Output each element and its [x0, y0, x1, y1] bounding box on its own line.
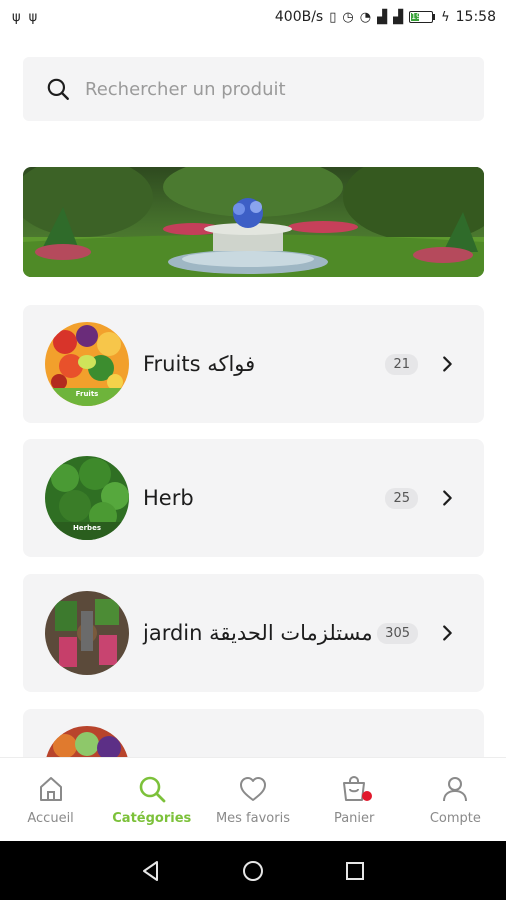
- user-icon: [443, 777, 468, 802]
- nav-label: Compte: [429, 811, 481, 826]
- signal-icon: ▟: [393, 9, 404, 25]
- cart-notification-dot: [362, 791, 373, 801]
- back-icon[interactable]: [139, 859, 163, 883]
- category-count-badge: 305: [377, 622, 418, 644]
- android-navigation-bar: [0, 841, 506, 900]
- heart-icon: [239, 777, 266, 801]
- category-thumbnail: Herbes: [45, 456, 129, 540]
- category-count-badge: 25: [385, 487, 418, 509]
- status-bar: ψ ψ 400B/s ▯ ◷ ◔ ▟ ▟ 19 ϟ 15:58: [0, 0, 506, 34]
- search-bar[interactable]: [23, 57, 484, 121]
- alarm-icon: ◷: [342, 9, 354, 25]
- usb-icon: ψ: [12, 9, 21, 25]
- category-count-badge: 21: [385, 353, 418, 375]
- nav-item-compte[interactable]: Compte: [405, 773, 505, 826]
- status-left: ψ ψ: [12, 11, 37, 24]
- nav-label: Panier: [333, 811, 375, 826]
- category-thumbnail: [45, 591, 129, 675]
- recents-icon[interactable]: [343, 859, 367, 883]
- status-right: 400B/s ▯ ◷ ◔ ▟ ▟ 19 ϟ 15:58: [275, 9, 496, 25]
- vibrate-icon: ▯: [329, 9, 337, 25]
- bottom-navigation: Accueil Catégories Mes favoris Panier Co…: [0, 757, 506, 841]
- category-thumbnail: Fruits: [45, 322, 129, 406]
- nav-item-categories[interactable]: Catégories: [102, 773, 202, 826]
- chevron-right-icon: [443, 356, 452, 372]
- category-name: jardin مستلزمات الحديقة: [143, 621, 373, 645]
- net-speed: 400B/s: [274, 9, 324, 25]
- battery-icon: 19: [409, 11, 436, 23]
- search-icon: [139, 776, 166, 803]
- category-name: Fruits فواكه: [143, 352, 256, 376]
- category-row-fruits[interactable]: Fruits Fruits فواكه 21: [23, 305, 484, 423]
- promo-banner[interactable]: [23, 167, 484, 277]
- search-input[interactable]: [85, 78, 465, 100]
- nav-label: Catégories: [112, 811, 192, 826]
- category-thumb-label: Fruits: [75, 390, 99, 398]
- usb-icon: ψ: [28, 9, 38, 25]
- nav-item-panier[interactable]: Panier: [304, 773, 404, 826]
- wifi-icon: ◔: [359, 9, 372, 25]
- category-row-herb[interactable]: Herbes Herb 25: [23, 439, 484, 557]
- home-circle-icon[interactable]: [241, 859, 265, 883]
- nav-item-favoris[interactable]: Mes favoris: [203, 773, 303, 826]
- status-time: 15:58: [455, 9, 496, 25]
- category-thumb-label: Herbes: [73, 524, 101, 532]
- garden-banner-image: [23, 167, 484, 277]
- signal-icon: ▟: [377, 9, 388, 25]
- category-name: Herb: [143, 486, 194, 510]
- search-icon: [47, 78, 69, 100]
- nav-label: Mes favoris: [215, 811, 290, 826]
- category-row-jardin[interactable]: jardin مستلزمات الحديقة 305: [23, 574, 484, 692]
- nav-item-accueil[interactable]: Accueil: [1, 773, 101, 826]
- chevron-right-icon: [443, 625, 452, 641]
- home-icon: [39, 777, 62, 801]
- chevron-right-icon: [443, 490, 452, 506]
- nav-label: Accueil: [27, 811, 74, 826]
- charging-icon: ϟ: [441, 9, 450, 25]
